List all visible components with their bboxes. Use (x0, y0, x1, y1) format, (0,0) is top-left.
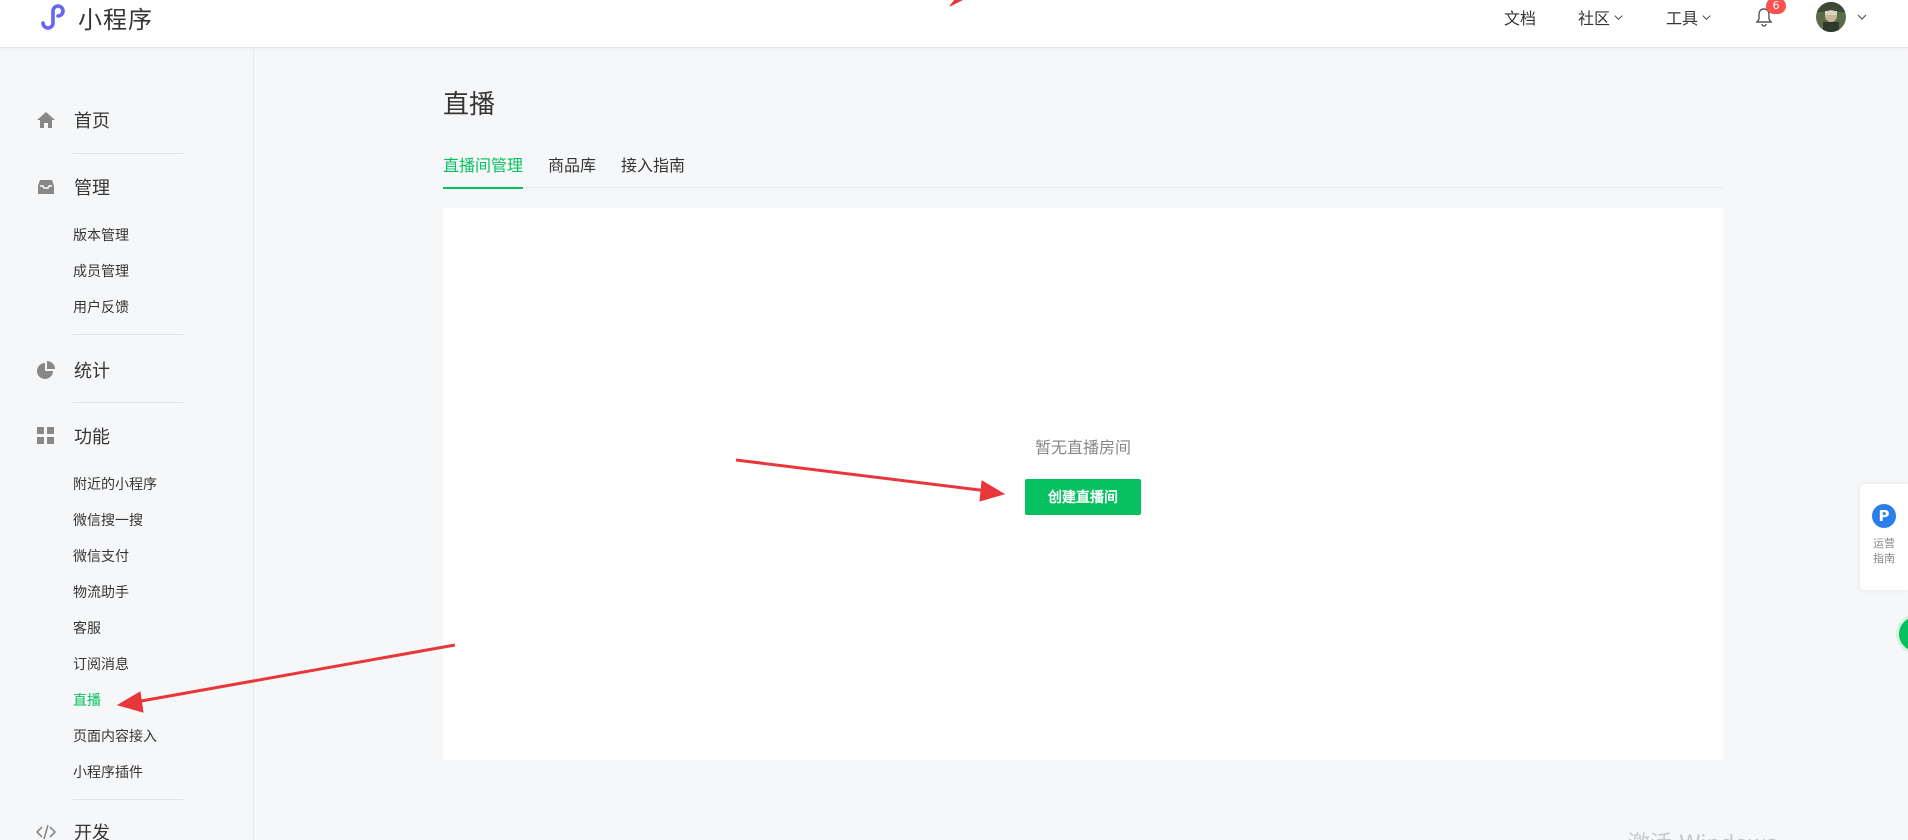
tab-bar: 直播间管理 商品库 接入指南 (443, 152, 1723, 189)
sidebar-item-feedback[interactable]: 用户反馈 (73, 298, 129, 318)
nav-docs[interactable]: 文档 (1504, 5, 1536, 29)
sidebar-item-features[interactable]: 功能 (36, 423, 110, 449)
windows-watermark: 激活 Windows (1628, 826, 1777, 840)
tab-live-room-manage[interactable]: 直播间管理 (443, 152, 524, 189)
sidebar-item-label: 首页 (74, 111, 110, 132)
account-chevron-down-icon[interactable] (1856, 11, 1868, 23)
top-header: 小程序 文档 社区 工具 6 (0, 0, 1908, 48)
chevron-down-icon (1614, 14, 1623, 20)
sidebar-item-pay[interactable]: 微信支付 (73, 547, 129, 567)
nav-tools[interactable]: 工具 (1666, 5, 1712, 29)
sidebar-item-stats[interactable]: 统计 (36, 357, 110, 383)
nav-community-label: 社区 (1577, 9, 1610, 28)
home-icon (37, 112, 55, 128)
sidebar-item-page-content[interactable]: 页面内容接入 (73, 727, 157, 747)
sidebar-divider (73, 799, 183, 800)
sidebar-item-service[interactable]: 客服 (73, 619, 101, 639)
sidebar-item-version[interactable]: 版本管理 (73, 226, 129, 246)
avatar[interactable] (1816, 2, 1846, 32)
nav-docs-label: 文档 (1503, 9, 1536, 28)
grid-icon (37, 427, 54, 444)
empty-state-text: 暂无直播房间 (1034, 438, 1131, 457)
tab-access-guide[interactable]: 接入指南 (621, 152, 685, 188)
avatar-image (1816, 2, 1846, 32)
sidebar-item-members[interactable]: 成员管理 (73, 262, 129, 282)
sidebar-divider (73, 153, 183, 154)
sidebar-item-logistics[interactable]: 物流助手 (73, 583, 129, 603)
pie-chart-icon (37, 361, 55, 379)
sidebar-item-manage[interactable]: 管理 (36, 174, 110, 200)
logo[interactable]: 小程序 (36, 0, 153, 34)
sidebar-item-live[interactable]: 直播 (73, 691, 101, 711)
page-title: 直播 (443, 90, 496, 120)
sidebar-divider (73, 334, 183, 335)
guide-p-icon: P (1872, 504, 1896, 528)
sidebar-item-dev[interactable]: 开发 (36, 819, 110, 840)
sidebar-divider (73, 402, 183, 403)
operation-guide-float[interactable]: P 运营指南 (1860, 484, 1908, 590)
code-icon (36, 824, 56, 840)
sidebar-item-label: 开发 (74, 823, 110, 840)
float-green-button[interactable] (1896, 614, 1908, 654)
mini-program-logo-icon (41, 4, 65, 30)
live-room-panel: 暂无直播房间 创建直播间 (443, 208, 1723, 760)
sidebar: 首页 管理 版本管理 成员管理 用户反馈 统计 功能 附近的小程序 微信搜一搜 … (0, 48, 254, 840)
sidebar-item-label: 管理 (74, 178, 110, 199)
sidebar-item-plugin[interactable]: 小程序插件 (73, 763, 143, 783)
nav-tools-label: 工具 (1665, 9, 1698, 28)
sidebar-item-label: 统计 (74, 361, 110, 382)
top-nav: 文档 社区 工具 6 (1504, 0, 1868, 34)
guide-label: 运营指南 (1873, 537, 1895, 565)
create-live-room-button[interactable]: 创建直播间 (1025, 479, 1141, 515)
sidebar-item-search[interactable]: 微信搜一搜 (73, 511, 143, 531)
tab-product-library[interactable]: 商品库 (548, 152, 596, 188)
notification-badge: 6 (1766, 0, 1786, 14)
nav-community[interactable]: 社区 (1578, 5, 1624, 29)
sidebar-item-home[interactable]: 首页 (36, 107, 110, 133)
inbox-icon (38, 180, 54, 194)
chevron-down-icon (1702, 14, 1711, 20)
sidebar-item-label: 功能 (74, 427, 110, 448)
notifications-button[interactable]: 6 (1754, 0, 1786, 28)
sidebar-item-subscribe[interactable]: 订阅消息 (73, 655, 129, 675)
app-title: 小程序 (78, 5, 153, 34)
sidebar-item-nearby[interactable]: 附近的小程序 (73, 475, 157, 495)
